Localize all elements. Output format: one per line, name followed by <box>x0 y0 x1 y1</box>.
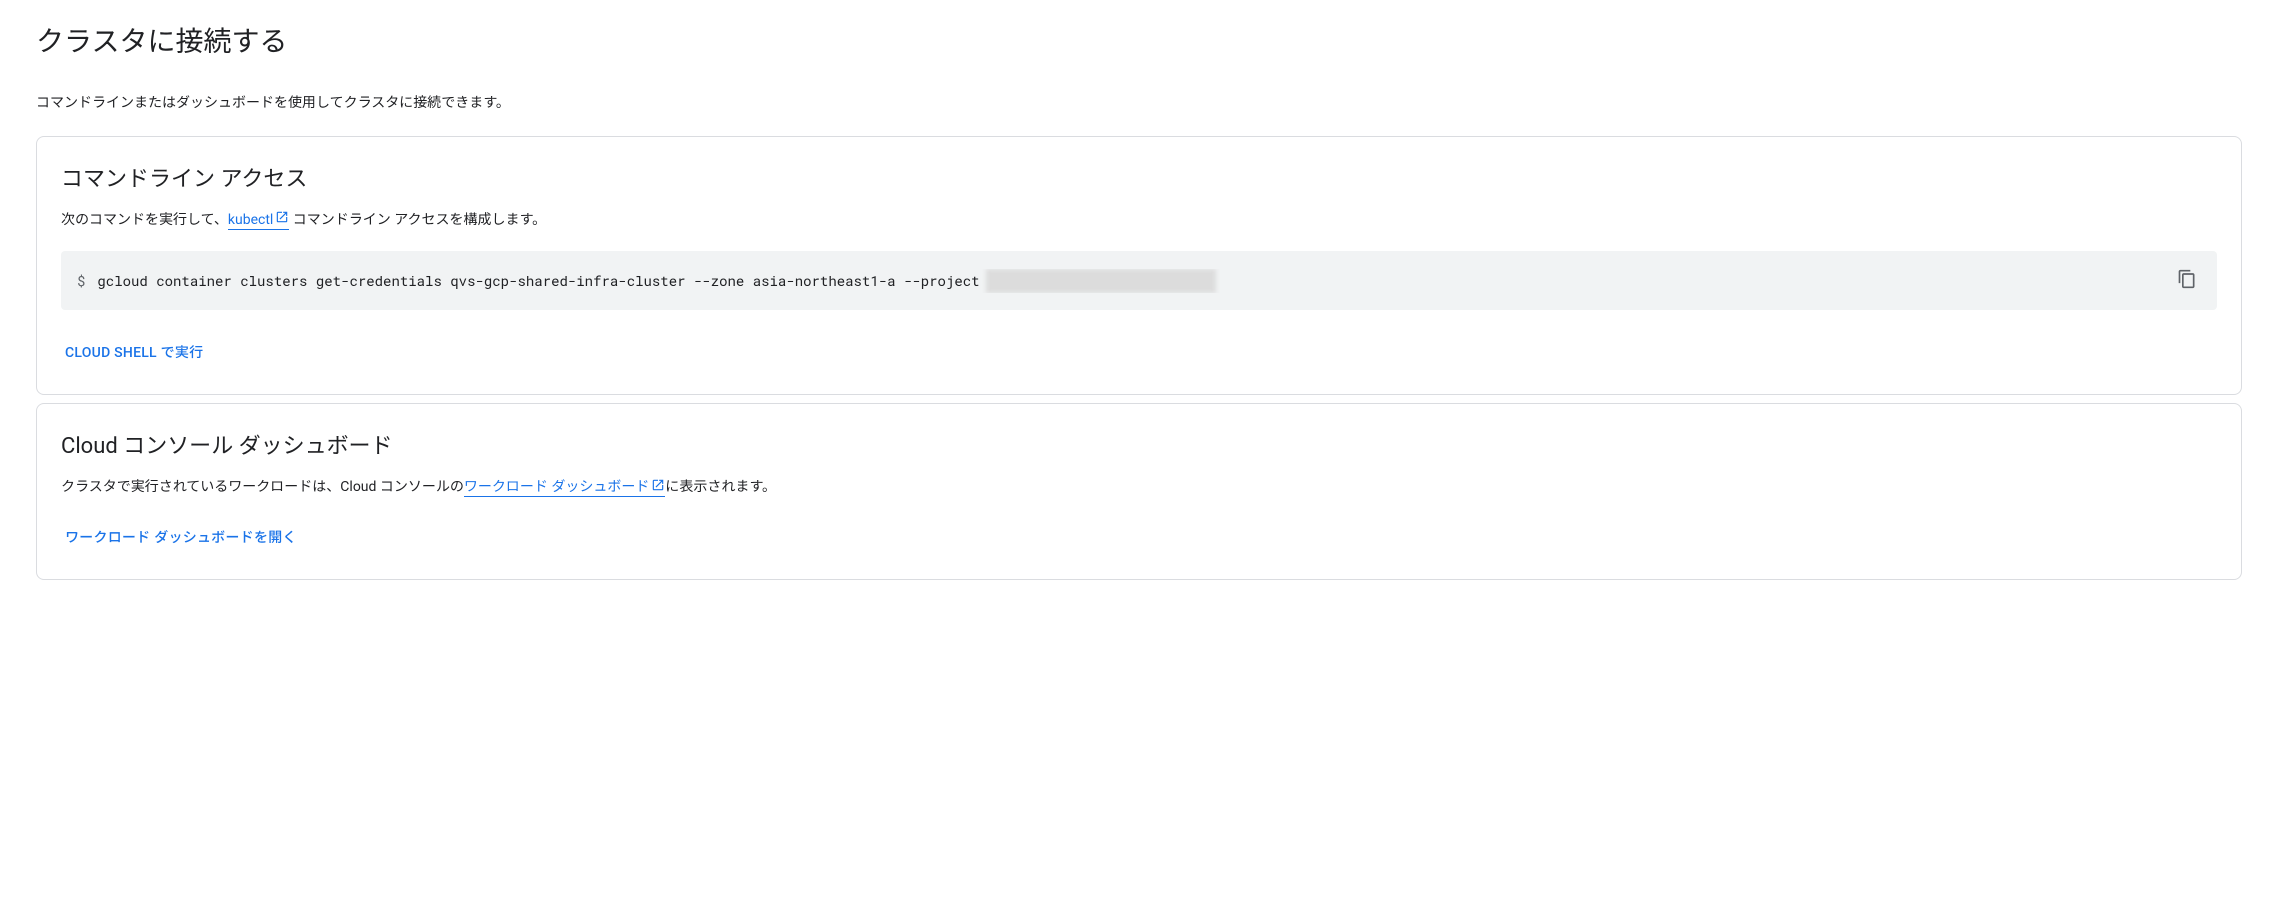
dashboard-description-suffix: に表示されます。 <box>665 479 776 495</box>
command-prompt: $ <box>77 271 85 290</box>
dashboard-description-prefix: クラスタで実行されているワークロードは、Cloud コンソールの <box>61 479 464 495</box>
command-line-title: コマンドライン アクセス <box>61 161 2217 193</box>
external-link-icon <box>651 477 665 499</box>
dashboard-description: クラスタで実行されているワークロードは、Cloud コンソールのワークロード ダ… <box>61 476 2217 498</box>
copy-icon <box>2177 269 2197 292</box>
description-suffix: コマンドライン アクセスを構成します。 <box>289 212 546 228</box>
description-prefix: 次のコマンドを実行して、 <box>61 212 228 228</box>
run-cloud-shell-button[interactable]: CLOUD SHELL で実行 <box>61 334 207 370</box>
command-box: $ gcloud container clusters get-credenti… <box>61 251 2217 310</box>
workload-dashboard-link[interactable]: ワークロード ダッシュボード <box>464 479 665 497</box>
page-subtitle: コマンドラインまたはダッシュボードを使用してクラスタに接続できます。 <box>36 92 2242 112</box>
copy-command-button[interactable] <box>2173 265 2201 296</box>
page-title: クラスタに接続する <box>36 20 2242 60</box>
command-line-description: 次のコマンドを実行して、kubectl コマンドライン アクセスを構成します。 <box>61 209 2217 231</box>
redacted-project-id <box>986 269 1216 293</box>
dashboard-title: Cloud コンソール ダッシュボード <box>61 428 2217 460</box>
external-link-icon <box>275 209 289 231</box>
open-workload-dashboard-button[interactable]: ワークロード ダッシュボードを開く <box>61 519 301 555</box>
kubectl-link[interactable]: kubectl <box>228 212 289 230</box>
command-line-card: コマンドライン アクセス 次のコマンドを実行して、kubectl コマンドライン… <box>36 136 2242 395</box>
dashboard-card: Cloud コンソール ダッシュボード クラスタで実行されているワークロードは、… <box>36 403 2242 579</box>
command-text: gcloud container clusters get-credential… <box>97 269 2161 293</box>
